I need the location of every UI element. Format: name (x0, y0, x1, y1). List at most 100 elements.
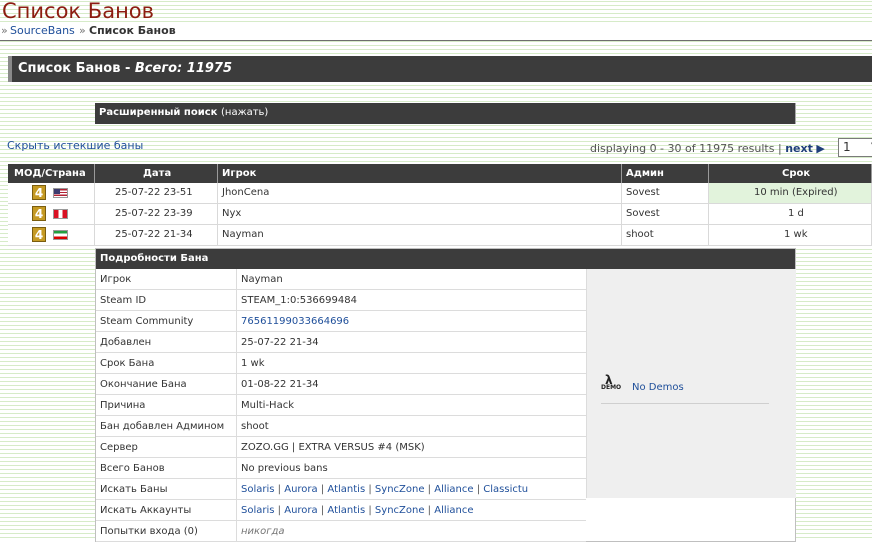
mod-country-cell: 4 (8, 183, 95, 203)
advanced-search-label: Расширенный поиск (99, 107, 218, 118)
detail-value: 01-08-22 21-34 (241, 379, 319, 390)
detail-row-steam-id: Steam ID STEAM_1:0:536699484 (96, 290, 586, 311)
l4d2-game-icon: 4 (32, 206, 46, 221)
advanced-search-bar[interactable]: Расширенный поиск (нажать) (95, 103, 796, 124)
column-header-date[interactable]: Дата (95, 164, 218, 183)
player-name: Nayman (222, 229, 264, 240)
detail-value: No previous bans (241, 463, 328, 474)
detail-key: Добавлен (100, 337, 152, 348)
detail-key: Искать Баны (100, 484, 168, 495)
detail-value: 1 wk (241, 358, 265, 369)
detail-value: Multi-Hack (241, 400, 294, 411)
player-cell: Nyx (218, 204, 622, 224)
demo-icon-glyph: λ (605, 373, 613, 387)
page-title: Список Банов (2, 0, 155, 23)
next-page-link[interactable]: next (785, 142, 813, 155)
ban-length: 1 d (788, 208, 804, 219)
detail-value: STEAM_1:0:536699484 (241, 295, 357, 306)
ban-date: 25-07-22 23-51 (115, 187, 193, 198)
table-row[interactable]: 4 25-07-22 21-34 Nayman shoot 1 wk (8, 225, 872, 246)
us-flag-icon (53, 188, 68, 198)
column-header-length[interactable]: Срок (709, 164, 872, 183)
search-bans-link[interactable]: Solaris (241, 484, 274, 495)
pager-separator: | (777, 142, 782, 155)
detail-key: Срок Бана (100, 358, 155, 369)
next-arrow-icon[interactable]: ▶ (816, 142, 824, 155)
detail-row-player: Игрок Nayman (96, 269, 586, 290)
search-accounts-link[interactable]: Solaris (241, 505, 274, 516)
admin-name: Sovest (626, 208, 660, 219)
ban-details-title: Подробности Бана (100, 253, 209, 264)
column-header-label: Дата (143, 168, 172, 179)
search-bans-links: Solaris | Aurora | Atlantis | SyncZone |… (241, 484, 529, 495)
detail-value: shoot (241, 421, 269, 432)
detail-row-search-accounts: Искать Аккаунты Solaris | Aurora | Atlan… (96, 500, 586, 521)
length-cell: 1 wk (709, 225, 872, 245)
ban-list-heading: Список Банов - Всего: 11975 (18, 61, 232, 76)
search-bans-link[interactable]: Alliance (434, 484, 473, 495)
breadcrumb-home-link[interactable]: SourceBans (10, 24, 75, 37)
divider (601, 403, 769, 404)
player-name: Nyx (222, 208, 242, 219)
page-select[interactable]: 1 ▼ (838, 138, 872, 157)
column-header-mod-country[interactable]: МОД/Страна (8, 164, 95, 183)
search-bans-link[interactable]: Atlantis (327, 484, 365, 495)
admin-cell: Sovest (622, 183, 709, 203)
detail-row-server: Сервер ZOZO.GG | EXTRA VERSUS #4 (MSK) (96, 437, 586, 458)
search-accounts-link[interactable]: Aurora (284, 505, 317, 516)
search-bans-link[interactable]: Aurora (284, 484, 317, 495)
detail-value: Nayman (241, 274, 283, 285)
demos-panel: λ DEMO No Demos (586, 269, 796, 498)
column-header-label: МОД/Страна (14, 168, 86, 179)
search-bans-link[interactable]: SyncZone (375, 484, 425, 495)
search-bans-link[interactable]: Classictu (483, 484, 528, 495)
search-accounts-link[interactable]: Alliance (434, 505, 473, 516)
iran-flag-icon (53, 230, 68, 240)
detail-row-ban-length: Срок Бана 1 wk (96, 353, 586, 374)
no-demos-label: No Demos (632, 382, 684, 393)
heading-total: Всего: 11975 (134, 61, 232, 76)
hide-expired-link[interactable]: Скрыть истекшие баны (7, 139, 143, 152)
ban-details-panel: Подробности Бана Игрок Nayman Steam ID STE… (95, 248, 796, 542)
column-header-admin[interactable]: Админ (622, 164, 709, 183)
ban-list-header: Список Банов - Всего: 11975 (8, 56, 872, 82)
pagination: displaying 0 - 30 of 11975 results | nex… (590, 142, 825, 155)
l4d2-game-icon: 4 (32, 227, 46, 242)
table-row[interactable]: 4 25-07-22 23-39 Nyx Sovest 1 d (8, 204, 872, 225)
column-header-label: Админ (626, 168, 664, 179)
ban-length: 10 min (Expired) (754, 187, 838, 198)
admin-cell: shoot (622, 225, 709, 245)
admin-name: Sovest (626, 187, 660, 198)
column-header-label: Срок (782, 168, 811, 179)
breadcrumb-separator: » (1, 24, 8, 37)
column-header-label: Игрок (222, 168, 257, 179)
admin-cell: Sovest (622, 204, 709, 224)
detail-row-search-bans: Искать Баны Solaris | Aurora | Atlantis … (96, 479, 586, 500)
heading-prefix: Список Банов - (18, 61, 135, 76)
detail-key: Окончание Бана (100, 379, 187, 390)
steam-community-link[interactable]: 76561199033664696 (241, 316, 349, 327)
player-cell: Nayman (218, 225, 622, 245)
search-accounts-link[interactable]: SyncZone (375, 505, 425, 516)
ban-date: 25-07-22 23-39 (115, 208, 193, 219)
detail-row-ban-end: Окончание Бана 01-08-22 21-34 (96, 374, 586, 395)
player-name: JhonCena (222, 187, 270, 198)
advanced-search-toggle[interactable]: (нажать) (221, 107, 268, 118)
date-cell: 25-07-22 21-34 (95, 225, 218, 245)
length-cell: 10 min (Expired) (709, 183, 872, 203)
mod-country-cell: 4 (8, 225, 95, 245)
detail-key: Искать Аккаунты (100, 505, 192, 516)
date-cell: 25-07-22 23-39 (95, 204, 218, 224)
player-cell: JhonCena (218, 183, 622, 203)
demo-icon-caption: DEMO (601, 384, 622, 391)
ban-length: 1 wk (784, 229, 808, 240)
detail-value: 25-07-22 21-34 (241, 337, 319, 348)
search-accounts-link[interactable]: Atlantis (327, 505, 365, 516)
breadcrumb-separator: » (79, 24, 86, 37)
detail-key: Попытки входа (0) (100, 526, 198, 537)
detail-key: Steam ID (100, 295, 147, 306)
table-row[interactable]: 4 25-07-22 23-51 JhonCena Sovest 10 min … (8, 183, 872, 204)
detail-row-added: Добавлен 25-07-22 21-34 (96, 332, 586, 353)
detail-row-login-attempts: Попытки входа (0) никогда (96, 521, 586, 542)
column-header-player[interactable]: Игрок (218, 164, 622, 183)
